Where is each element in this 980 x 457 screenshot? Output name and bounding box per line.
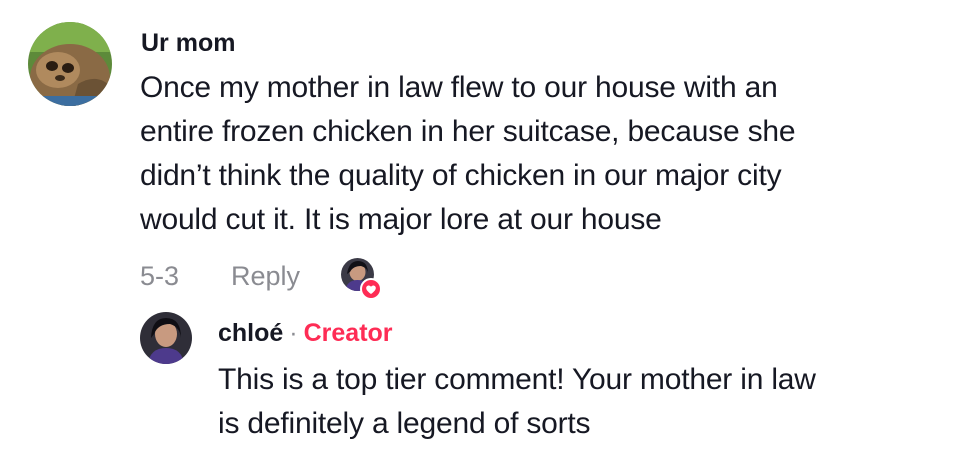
header-separator: · xyxy=(289,319,298,347)
sloth-avatar-icon xyxy=(28,22,112,106)
comment-date: 5-3 xyxy=(140,261,180,291)
heart-icon xyxy=(360,278,382,300)
creator-avatar-icon xyxy=(140,312,192,364)
reply-header: chloé · Creator xyxy=(218,318,393,348)
commenter-avatar[interactable] xyxy=(28,22,112,106)
commenter-username[interactable]: Ur mom xyxy=(141,28,235,58)
reply-button[interactable]: Reply xyxy=(231,260,300,292)
comment-text: Once my mother in law flew to our house … xyxy=(140,66,940,242)
reply-text: This is a top tier comment! Your mother … xyxy=(218,358,958,446)
creator-liked-indicator xyxy=(341,258,382,300)
comment-text-line: entire frozen chicken in her suitcase, b… xyxy=(140,115,796,148)
replier-username[interactable]: chloé xyxy=(218,319,283,347)
comment-text-line: Once my mother in law flew to our house … xyxy=(140,71,778,104)
creator-badge: Creator xyxy=(303,319,393,347)
comment-text-line: didn’t think the quality of chicken in o… xyxy=(140,159,782,192)
reply-text-line: This is a top tier comment! Your mother … xyxy=(218,363,816,396)
replier-avatar[interactable] xyxy=(140,312,192,364)
reply-text-line: is definitely a legend of sorts xyxy=(218,407,591,440)
comment-text-line: would cut it. It is major lore at our ho… xyxy=(140,203,662,236)
